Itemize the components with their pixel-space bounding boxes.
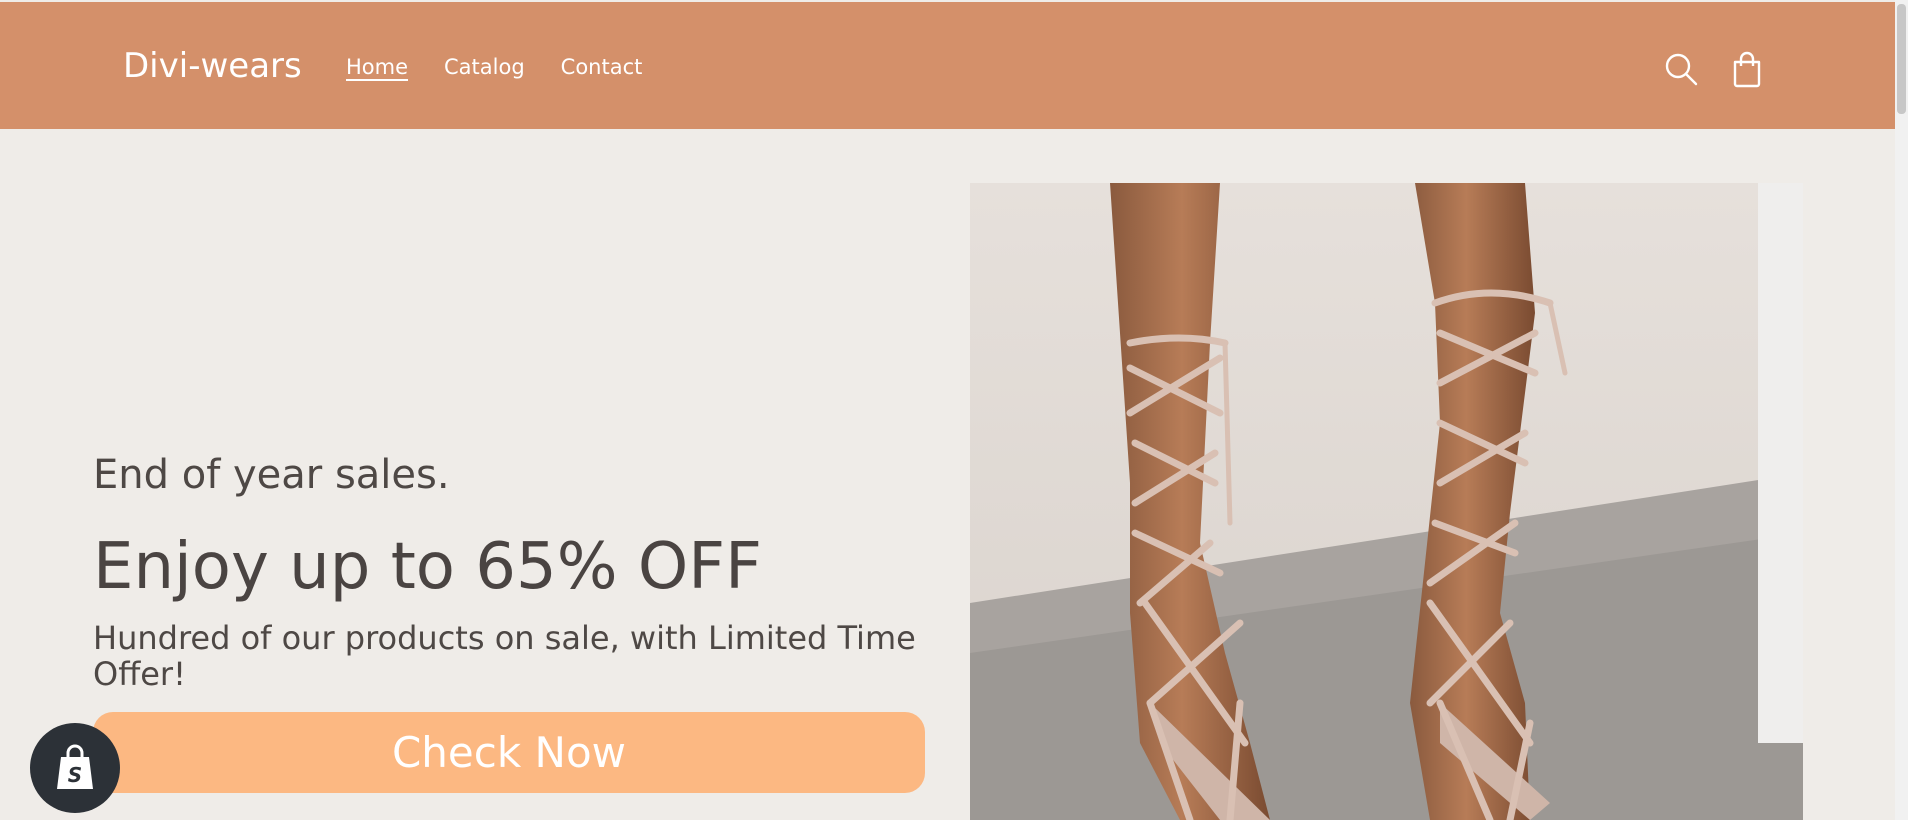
search-icon[interactable]: [1658, 46, 1704, 92]
hero-image: [970, 183, 1803, 820]
page-scrollbar[interactable]: [1895, 0, 1908, 820]
hero-headline: Enjoy up to 65% OFF: [93, 530, 762, 604]
scrollbar-thumb[interactable]: [1897, 4, 1906, 114]
hero-subtext: Hundred of our products on sale, with Li…: [93, 619, 916, 693]
shopify-badge[interactable]: S: [30, 723, 120, 813]
nav-home[interactable]: Home: [346, 55, 408, 79]
hero-kicker: End of year sales.: [93, 452, 450, 498]
main-nav: Home Catalog Contact: [346, 55, 642, 79]
svg-text:S: S: [68, 763, 82, 787]
nav-contact[interactable]: Contact: [561, 55, 643, 79]
site-header: Divi-wears Home Catalog Contact: [0, 2, 1895, 129]
nav-catalog[interactable]: Catalog: [444, 55, 525, 79]
shopify-bag-icon: S: [57, 744, 93, 789]
brand-logo[interactable]: Divi-wears: [123, 46, 302, 86]
cart-icon[interactable]: [1724, 46, 1770, 92]
check-now-button[interactable]: Check Now: [93, 712, 925, 793]
